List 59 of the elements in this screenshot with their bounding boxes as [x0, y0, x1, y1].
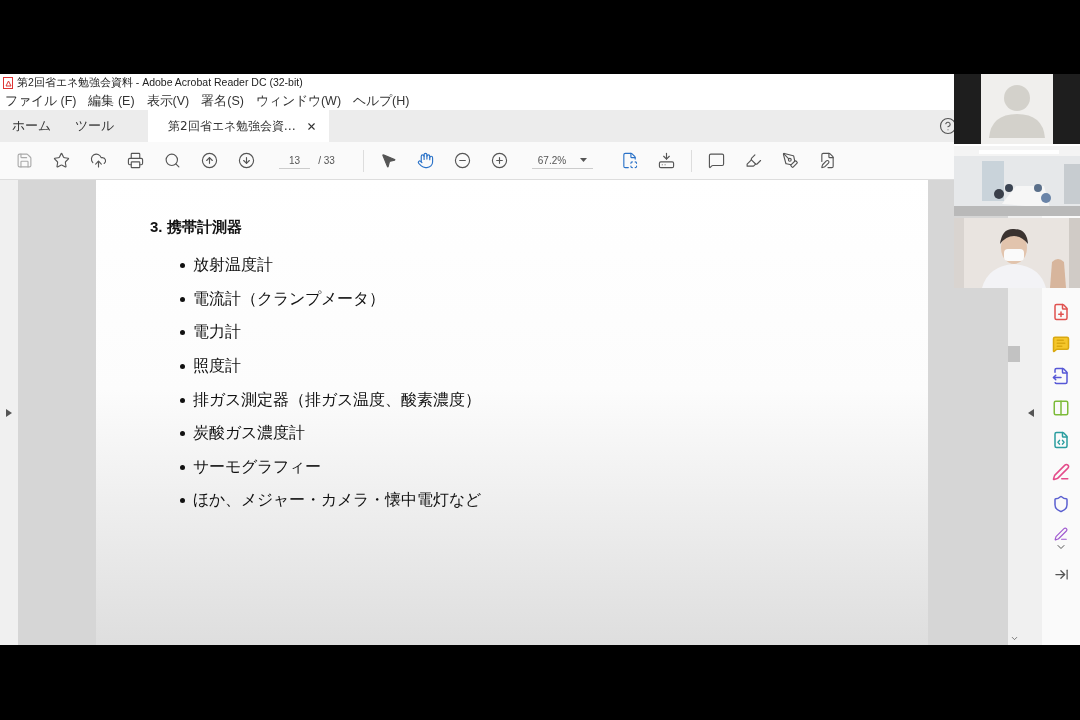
pen-icon[interactable]	[782, 152, 800, 169]
list-item: 電流計（クランプメータ）	[193, 288, 385, 309]
bullet-icon	[180, 397, 185, 403]
export-icon[interactable]	[1052, 367, 1070, 385]
bullet-icon	[180, 464, 185, 470]
list-item: 炭酸ガス濃度計	[193, 423, 305, 444]
arrow-down-icon[interactable]	[238, 152, 255, 169]
create-pdf-icon[interactable]	[1052, 303, 1070, 321]
bullet-icon	[180, 498, 185, 504]
file-edit-icon[interactable]	[819, 152, 837, 169]
list-item: サーモグラフィー	[193, 456, 321, 477]
menu-item[interactable]: ウィンドウ(W)	[255, 93, 342, 109]
scroll-down-icon[interactable]	[1009, 634, 1019, 643]
comment-icon[interactable]	[708, 152, 726, 169]
zoom-in-icon[interactable]	[490, 152, 508, 169]
menu-item[interactable]: 署名(S)	[201, 93, 244, 109]
pdf-icon	[3, 77, 13, 89]
bullet-icon	[180, 330, 185, 336]
section-heading: 3. 携帯計測器	[150, 218, 243, 237]
hand-icon[interactable]	[416, 152, 434, 169]
shield-icon[interactable]	[1052, 495, 1070, 513]
cloud-upload-icon[interactable]	[90, 152, 107, 169]
caret-icon[interactable]	[580, 158, 588, 162]
menu-item[interactable]: 編集 (E)	[88, 93, 135, 109]
bullet-icon	[180, 431, 185, 437]
collapse-pane-icon[interactable]	[1053, 567, 1069, 582]
bullet-icon	[180, 296, 185, 302]
print-icon[interactable]	[127, 152, 144, 169]
highlighter-icon[interactable]	[745, 152, 763, 169]
pen-icon[interactable]	[1054, 527, 1068, 541]
pointer-icon[interactable]	[379, 152, 397, 169]
download-icon[interactable]	[658, 152, 676, 169]
tab[interactable]: ホーム	[0, 110, 63, 142]
menu-item[interactable]: 表示(V)	[146, 93, 190, 109]
menu-item[interactable]: ファイル (F)	[5, 93, 77, 109]
page-count: / 33	[318, 155, 335, 166]
arrow-up-icon[interactable]	[201, 152, 218, 169]
list-item: 照度計	[193, 356, 241, 377]
list-item: 放射温度計	[193, 255, 273, 276]
bullet-icon	[180, 263, 185, 269]
window-title: 第2回省エネ勉強会資料 - Adobe Acrobat Reader DC (32-bit)	[17, 76, 303, 90]
tab[interactable]: ツール	[63, 110, 126, 142]
collapse-icon[interactable]	[1028, 408, 1034, 417]
scroll-thumb[interactable]	[1008, 346, 1020, 362]
help-icon[interactable]	[939, 117, 957, 135]
close-icon[interactable]	[305, 120, 317, 132]
search-icon[interactable]	[164, 152, 181, 169]
bullet-icon	[180, 364, 185, 370]
list-item: ほか、メジャー・カメラ・懐中電灯など	[193, 490, 481, 511]
page-number-field[interactable]: 13	[279, 152, 311, 169]
star-icon[interactable]	[53, 152, 70, 169]
zoom-field[interactable]: 67.2%	[531, 152, 594, 169]
tab[interactable]: 第2回省エネ勉強会資…	[148, 110, 329, 142]
sign-icon[interactable]	[1052, 463, 1070, 481]
menu-item[interactable]: ヘルプ(H)	[353, 93, 410, 109]
expand-icon[interactable]	[6, 408, 12, 417]
list-item: 電力計	[193, 322, 241, 343]
list-item: 排ガス測定器（排ガス温度、酸素濃度）	[193, 389, 481, 410]
zoom-out-icon[interactable]	[453, 152, 471, 169]
